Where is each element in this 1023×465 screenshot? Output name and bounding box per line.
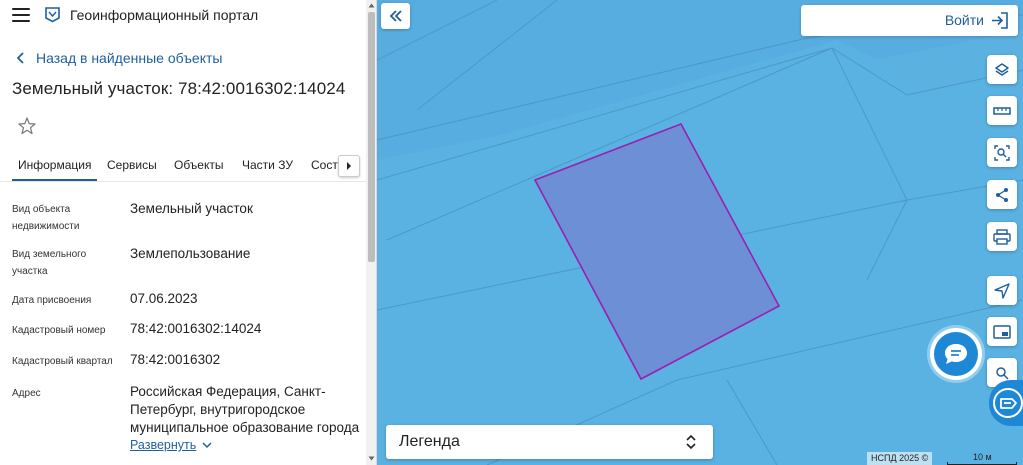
tab-information[interactable]: Информация <box>12 150 98 181</box>
map-view[interactable]: Войти Легенда НСПД 2025 © 10 м <box>377 0 1023 465</box>
portal-title[interactable]: Геоинформационный портал <box>70 7 258 23</box>
navigate-button[interactable] <box>987 276 1017 305</box>
share-button[interactable] <box>987 180 1017 209</box>
chat-bubble-icon <box>945 344 967 364</box>
caret-right-icon <box>347 162 351 170</box>
panel-scrollbar[interactable] <box>366 0 376 465</box>
layers-icon <box>995 62 1009 76</box>
map-attribution: НСПД 2025 © <box>867 452 933 465</box>
print-button[interactable] <box>987 222 1017 251</box>
picture-in-picture-icon <box>993 324 1011 339</box>
portal-logo-icon <box>45 7 60 23</box>
map-canvas[interactable] <box>377 0 1023 465</box>
property-value: Земельный участок <box>130 201 253 216</box>
support-widget-button[interactable] <box>989 380 1023 426</box>
ruler-icon <box>993 106 1011 115</box>
address-value: Российская Федерация, Санкт-Петербург, в… <box>130 384 360 435</box>
chevron-down-icon <box>202 441 212 448</box>
login-button[interactable]: Войти <box>801 5 1018 36</box>
back-link-label: Назад в найденные объекты <box>36 50 223 66</box>
property-label: Дата присвоения <box>12 295 92 306</box>
double-chevron-left-icon <box>389 10 402 22</box>
property-label: Вид земельного участка <box>12 249 87 277</box>
menu-icon[interactable] <box>12 8 30 22</box>
legend-dropdown[interactable]: Легенда <box>386 425 713 459</box>
scale-label: 10 м <box>973 452 992 462</box>
support-widget-icon <box>993 388 1023 418</box>
tab-objects[interactable]: Объекты <box>168 150 230 181</box>
object-title: Земельный участок: 78:42:0016302:14024 <box>12 79 346 98</box>
select-area-button[interactable] <box>987 138 1017 167</box>
property-value: 07.06.2023 <box>130 291 198 306</box>
back-to-results-link[interactable]: Назад в найденные объекты <box>12 48 222 68</box>
info-panel: Геоинформационный портал Назад в найденн… <box>0 0 377 465</box>
property-label: Вид объекта недвижимости <box>12 204 80 232</box>
scroll-up-arrow-icon[interactable] <box>368 2 375 9</box>
measure-button[interactable] <box>987 96 1017 125</box>
location-search-icon <box>996 366 1009 380</box>
tabs-scroll-right-button[interactable] <box>338 155 360 177</box>
tab-services[interactable]: Сервисы <box>101 150 163 181</box>
scroll-down-arrow-icon[interactable] <box>368 455 375 462</box>
property-label: Адрес <box>12 388 41 399</box>
property-value: 78:42:0016302 <box>130 352 221 367</box>
favorite-star-icon[interactable] <box>16 115 38 137</box>
select-area-icon <box>994 144 1010 161</box>
login-label: Войти <box>944 12 984 28</box>
layers-button[interactable] <box>987 55 1017 84</box>
panel-topbar: Геоинформационный портал <box>0 0 376 32</box>
chat-button-inner <box>934 332 978 376</box>
legend-title: Легенда <box>399 433 460 450</box>
chat-button[interactable] <box>930 328 982 380</box>
share-icon <box>996 187 1008 202</box>
print-icon <box>993 228 1011 245</box>
overview-button[interactable] <box>987 317 1017 346</box>
login-icon <box>992 12 1008 29</box>
navigate-icon <box>994 282 1010 299</box>
tab-parcel-parts[interactable]: Части ЗУ <box>236 150 299 181</box>
property-value: Землепользование <box>130 246 251 261</box>
property-label: Кадастровый квартал <box>12 356 113 367</box>
property-value: 78:42:0016302:14024 <box>130 321 262 336</box>
expand-address-button[interactable]: Развернуть <box>130 438 212 452</box>
chevron-left-icon <box>16 52 24 64</box>
scrollbar-thumb[interactable] <box>368 12 375 262</box>
collapse-panel-button[interactable] <box>381 3 410 29</box>
object-tabs: Информация Сервисы Объекты Части ЗУ Сост… <box>0 150 366 182</box>
property-label: Кадастровый номер <box>12 325 106 336</box>
expand-collapse-icon <box>686 434 696 450</box>
expand-label: Развернуть <box>130 438 197 452</box>
